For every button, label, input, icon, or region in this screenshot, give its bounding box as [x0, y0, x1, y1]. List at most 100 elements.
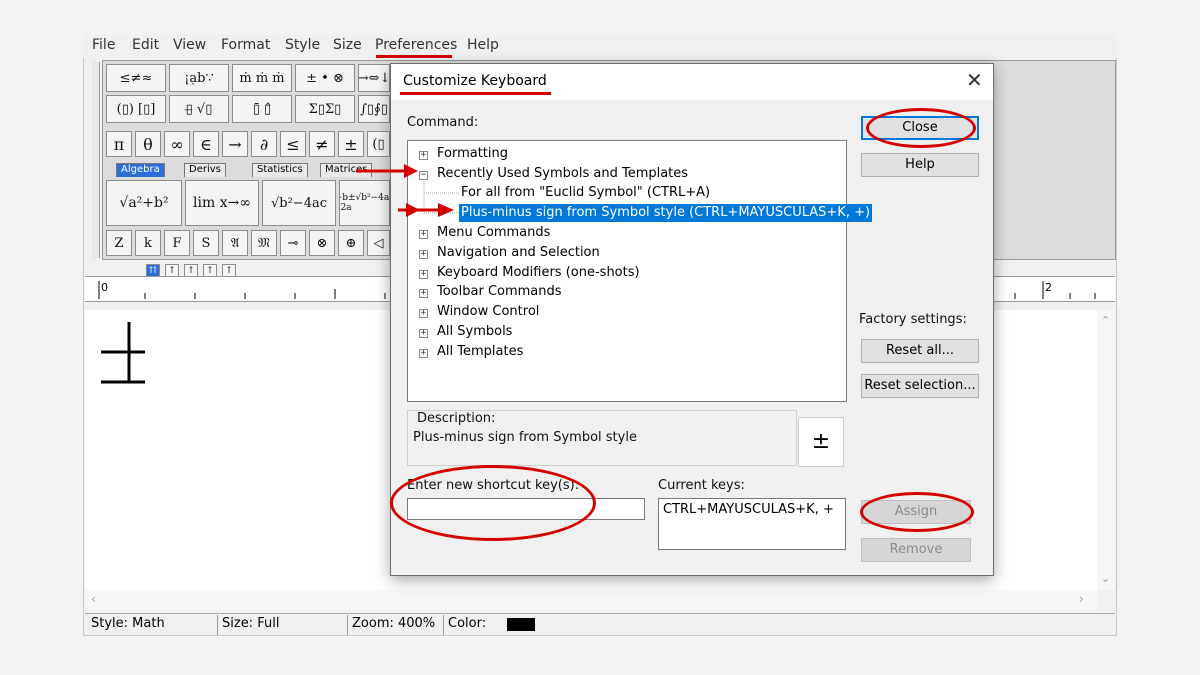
status-style: Style: Math [91, 616, 165, 631]
menu-size[interactable]: Size [333, 37, 362, 53]
style-button-9[interactable]: ⊕ [338, 230, 364, 256]
tree-item-menu-commands[interactable]: Menu Commands [437, 224, 550, 242]
command-tree[interactable]: + Formatting − Recently Used Symbols and… [407, 140, 873, 402]
tree-item-all-templates[interactable]: All Templates [437, 343, 523, 361]
template-discriminant[interactable]: √b²−4ac [262, 180, 336, 226]
reset-selection-button[interactable]: Reset selection... [861, 374, 979, 398]
menu-edit[interactable]: Edit [132, 37, 159, 53]
menu-style[interactable]: Style [285, 37, 320, 53]
scroll-left-icon[interactable]: ‹ [91, 592, 96, 606]
scroll-right-icon[interactable]: › [1079, 592, 1084, 606]
tab-statistics[interactable]: Statistics [252, 163, 308, 177]
tree-item-toolbar-commands[interactable]: Toolbar Commands [437, 283, 562, 301]
help-button[interactable]: Help [861, 153, 979, 177]
tab-derivs[interactable]: Derivs [184, 163, 226, 177]
palette-fractions[interactable]: ▯̶ √▯ [169, 95, 229, 123]
annotation-underline-preferences [376, 55, 452, 58]
menu-preferences[interactable]: Preferences [375, 37, 457, 53]
palette-spaces[interactable]: ¡ạb∵ [169, 64, 229, 92]
tab-algebra[interactable]: Algebra [116, 163, 165, 177]
template-pythagoras[interactable]: √a²+b² [106, 180, 182, 226]
command-label: Command: [407, 115, 479, 130]
style-button-1[interactable]: Z [106, 230, 132, 256]
symbol-element-of[interactable]: ∈ [193, 131, 219, 157]
style-button-10[interactable]: ◁ [367, 230, 390, 256]
palette-embellishments[interactable]: ṁ ṁ ṁ [232, 64, 292, 92]
status-bar: Style: Math Size: Full Zoom: 400% Color: [85, 613, 1115, 635]
status-zoom: Zoom: 400% [352, 616, 436, 631]
palette-operators[interactable]: ± • ⊗ [295, 64, 355, 92]
style-button-7[interactable]: ⊸ [280, 230, 306, 256]
dialog-title: Customize Keyboard [403, 73, 547, 89]
vertical-scrollbar[interactable]: ⌃ ⌄ [1097, 310, 1115, 590]
style-button-8[interactable]: ⊗ [309, 230, 335, 256]
expand-icon[interactable]: + [419, 230, 428, 239]
menu-format[interactable]: Format [221, 37, 270, 53]
current-keys-label: Current keys: [658, 478, 745, 493]
symbol-fence[interactable]: (▯ [367, 131, 390, 157]
palette-relations[interactable]: ≤≠≈ [106, 64, 166, 92]
tree-item-euclid-symbol[interactable]: For all from "Euclid Symbol" (CTRL+A) [461, 184, 710, 202]
description-text: Plus-minus sign from Symbol style [413, 430, 637, 445]
palette-fences[interactable]: (▯) [▯] [106, 95, 166, 123]
status-size: Size: Full [222, 616, 280, 631]
expand-icon[interactable]: + [419, 329, 428, 338]
expand-icon[interactable]: + [419, 250, 428, 259]
scroll-down-icon[interactable]: ⌄ [1101, 572, 1110, 585]
symbol-infinity[interactable]: ∞ [164, 131, 190, 157]
template-limit[interactable]: lim x→∞ [185, 180, 259, 226]
symbol-right-arrow[interactable]: → [222, 131, 248, 157]
symbol-partial[interactable]: ∂ [251, 131, 277, 157]
palette-arrows[interactable]: →⇔↓ [358, 64, 390, 92]
reset-all-button[interactable]: Reset all... [861, 339, 979, 363]
palette-overbars[interactable]: ▯̄ ▯̂ [232, 95, 292, 123]
palette-integrals[interactable]: ∫▯∮▯ [358, 95, 390, 123]
annotation-circle-close [866, 108, 976, 148]
symbol-plus-minus[interactable]: ± [338, 131, 364, 157]
expand-icon[interactable]: + [419, 289, 428, 298]
menu-help[interactable]: Help [467, 37, 499, 53]
status-color-swatch[interactable] [507, 618, 535, 631]
tree-item-all-symbols[interactable]: All Symbols [437, 323, 512, 341]
current-keys-list[interactable]: CTRL+MAYUSCULAS+K, + [658, 498, 846, 550]
symbol-not-equal[interactable]: ≠ [309, 131, 335, 157]
symbol-less-equal[interactable]: ≤ [280, 131, 306, 157]
remove-button[interactable]: Remove [861, 538, 971, 562]
close-icon[interactable]: ✕ [966, 68, 983, 92]
annotation-underline-title [400, 92, 551, 95]
expand-icon[interactable]: + [419, 349, 428, 358]
tree-item-navigation[interactable]: Navigation and Selection [437, 244, 600, 262]
annotation-circle-assign [860, 492, 974, 532]
style-button-3[interactable]: F [164, 230, 190, 256]
status-divider [347, 615, 348, 635]
symbol-preview: ± [798, 417, 844, 467]
style-button-6[interactable]: 𝔐 [251, 230, 277, 256]
tree-item-window-control[interactable]: Window Control [437, 303, 539, 321]
empty-slot-placeholder [101, 322, 145, 384]
status-divider [443, 615, 444, 635]
horizontal-scrollbar[interactable]: ‹ › [85, 590, 1097, 610]
menu-bar: File Edit View Format Style Size Prefere… [83, 34, 1117, 58]
factory-settings-label: Factory settings: [859, 312, 967, 327]
status-color: Color: [448, 616, 487, 631]
expand-icon[interactable]: + [419, 270, 428, 279]
symbol-pi[interactable]: π [106, 131, 132, 157]
tree-item-recently-used[interactable]: Recently Used Symbols and Templates [437, 165, 688, 183]
tree-item-formatting[interactable]: Formatting [437, 145, 508, 163]
tree-item-plus-minus-selected[interactable]: Plus-minus sign from Symbol style (CTRL+… [459, 204, 873, 222]
menu-view[interactable]: View [173, 37, 206, 53]
toolbar-gripper[interactable] [92, 62, 100, 258]
style-button-5[interactable]: 𝔄 [222, 230, 248, 256]
expand-icon[interactable]: + [419, 309, 428, 318]
annotation-circle-shortcut [390, 465, 596, 541]
style-button-4[interactable]: S [193, 230, 219, 256]
menu-file[interactable]: File [92, 37, 115, 53]
annotation-arrow-selected [400, 203, 454, 217]
tree-item-keyboard-modifiers[interactable]: Keyboard Modifiers (one-shots) [437, 264, 640, 282]
scroll-up-icon[interactable]: ⌃ [1101, 314, 1110, 327]
palette-sums[interactable]: Σ▯Σ▯ [295, 95, 355, 123]
symbol-theta[interactable]: θ [135, 131, 161, 157]
status-divider [217, 615, 218, 635]
description-label: Description: [415, 411, 498, 426]
style-button-2[interactable]: k [135, 230, 161, 256]
